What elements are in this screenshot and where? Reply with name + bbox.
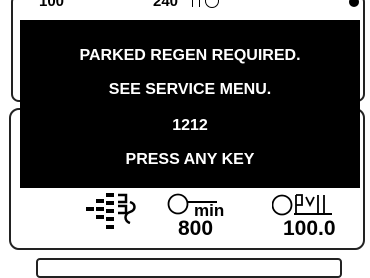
gauge-scale-max: 240 [153,0,179,10]
gauge-scale-min: 100 [39,0,65,10]
hours-value: 100.0 [283,217,336,240]
rpm-value: 800 [178,217,214,240]
gauge-indicator-icon [205,0,219,8]
warning-dot-icon [349,0,359,7]
gauge-marker [192,0,200,7]
alert-dismiss-prompt: PRESS ANY KEY [125,151,255,168]
regen-alert-popup[interactable]: PARKED REGEN REQUIRED. SEE SERVICE MENU.… [20,20,360,188]
alert-message-line-1: PARKED REGEN REQUIRED. [79,47,301,64]
bottom-panel [36,258,342,278]
alert-fault-code: 1212 [172,117,208,134]
dpf-regen-icon [86,193,136,229]
engine-hours-icon [272,194,332,216]
alert-message-line-2: SEE SERVICE MENU. [108,81,272,98]
